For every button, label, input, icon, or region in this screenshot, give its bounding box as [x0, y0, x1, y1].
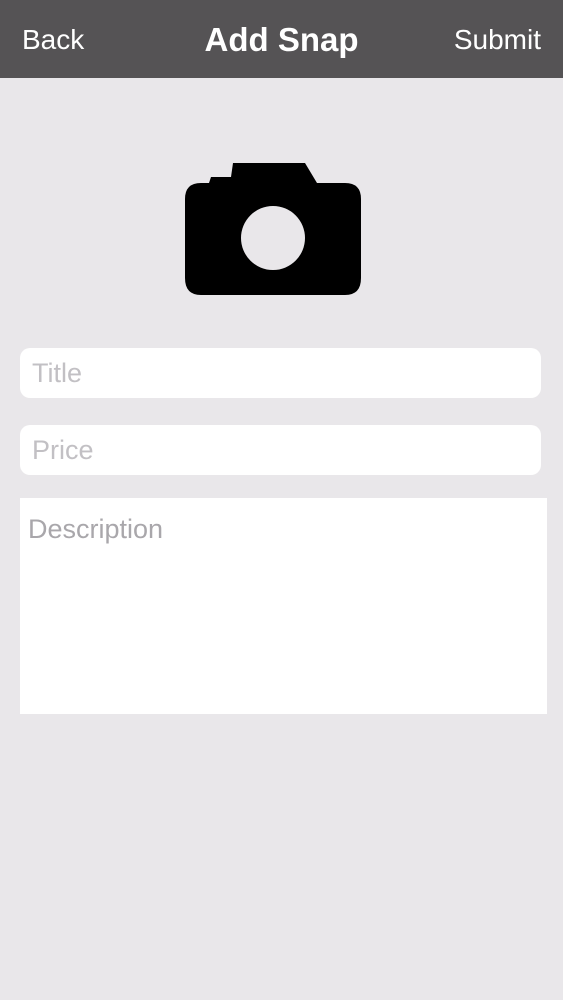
submit-button[interactable]: Submit: [454, 22, 541, 58]
add-photo-button[interactable]: [183, 160, 363, 298]
title-input[interactable]: [20, 348, 541, 398]
camera-icon: [185, 163, 361, 295]
navigation-bar: Back Add Snap Submit: [0, 0, 563, 78]
description-textarea[interactable]: [20, 498, 547, 714]
price-input[interactable]: [20, 425, 541, 475]
